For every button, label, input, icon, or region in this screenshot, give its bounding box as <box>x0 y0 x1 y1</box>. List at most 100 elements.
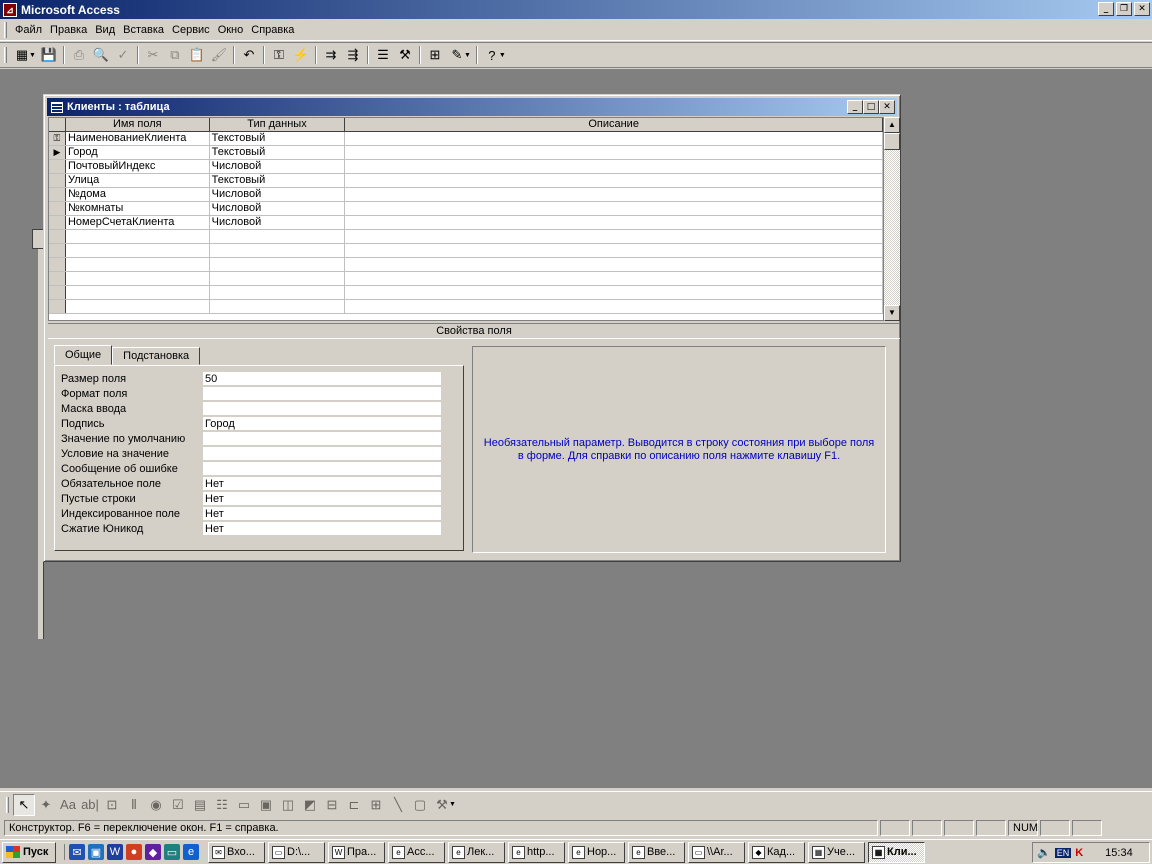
row-selector[interactable] <box>49 272 66 285</box>
taskbar-button[interactable]: ▭ \\Ar... <box>688 841 745 863</box>
desktop-icon[interactable]: ▣ <box>88 844 104 860</box>
grid-vertical-scrollbar[interactable]: ▲ ▼ <box>884 117 900 321</box>
field-name-cell[interactable] <box>66 286 210 299</box>
row-selector[interactable] <box>49 160 66 173</box>
empty-table-row[interactable] <box>49 244 883 258</box>
start-button[interactable]: Пуск <box>2 841 56 863</box>
row-selector[interactable] <box>49 216 66 229</box>
ie-icon[interactable]: e <box>183 844 199 860</box>
property-value-field[interactable] <box>203 462 441 476</box>
indexes-icon[interactable]: ⚡ <box>290 44 312 66</box>
row-selector[interactable] <box>49 286 66 299</box>
restore-button[interactable]: ❐ <box>1116 2 1132 16</box>
row-selector[interactable] <box>49 258 66 271</box>
description-cell[interactable] <box>345 258 883 271</box>
data-type-cell[interactable]: Текстовый <box>210 174 346 187</box>
field-name-cell[interactable] <box>66 230 210 243</box>
paste-icon[interactable]: 📋 <box>186 44 208 66</box>
properties-icon[interactable]: ☰ <box>372 44 394 66</box>
field-name-cell[interactable] <box>66 244 210 257</box>
header-selector[interactable] <box>49 118 66 131</box>
language-indicator[interactable]: EN <box>1054 847 1072 858</box>
menu-item-1[interactable]: Правка <box>46 22 91 38</box>
print-preview-icon[interactable]: 🔍 <box>90 44 112 66</box>
data-type-cell[interactable] <box>210 300 346 313</box>
taskbar-button[interactable]: ▦ Кли... <box>868 841 925 863</box>
description-cell[interactable] <box>345 244 883 257</box>
property-value-field[interactable] <box>203 387 441 401</box>
format-painter-icon[interactable]: 🖌 <box>208 44 230 66</box>
list-box-icon[interactable]: ☷ <box>211 794 233 816</box>
field-name-cell[interactable]: ПочтовыйИндекс <box>66 160 210 173</box>
property-value-field[interactable] <box>203 432 441 446</box>
row-selector[interactable] <box>49 188 66 201</box>
menu-grip[interactable] <box>4 22 7 38</box>
taskbar-button[interactable]: ✉ Вхо... <box>208 841 265 863</box>
monitor-icon[interactable]: ▭ <box>164 844 180 860</box>
row-selector[interactable] <box>49 244 66 257</box>
property-value-field[interactable]: Нет <box>203 522 441 536</box>
access-app-icon[interactable]: ⊿ <box>3 2 17 17</box>
image-icon[interactable]: ▣ <box>255 794 277 816</box>
undo-icon[interactable]: ↶ <box>238 44 260 66</box>
tab-lookup[interactable]: Подстановка <box>112 347 201 365</box>
field-name-cell[interactable] <box>66 258 210 271</box>
description-cell[interactable] <box>345 188 883 201</box>
subform-icon[interactable]: ⊞ <box>365 794 387 816</box>
property-value-field[interactable] <box>203 447 441 461</box>
page-break-icon[interactable]: ⊟ <box>321 794 343 816</box>
property-value-field[interactable]: Нет <box>203 477 441 491</box>
description-cell[interactable] <box>345 174 883 187</box>
column-header-data-type[interactable]: Тип данных <box>210 118 346 131</box>
description-cell[interactable] <box>345 286 883 299</box>
empty-table-row[interactable] <box>49 230 883 244</box>
menu-item-4[interactable]: Сервис <box>168 22 214 38</box>
database-window-icon[interactable]: ⊞ <box>424 44 446 66</box>
table-row[interactable]: ▶ Город Текстовый <box>49 146 883 160</box>
description-cell[interactable] <box>345 160 883 173</box>
spelling-icon[interactable]: ✓ <box>112 44 134 66</box>
word-icon[interactable]: W <box>107 844 123 860</box>
toolbox-grip[interactable] <box>6 796 9 813</box>
menu-item-5[interactable]: Окно <box>214 22 248 38</box>
field-name-cell[interactable]: №дома <box>66 188 210 201</box>
child-maximize-button[interactable]: □ <box>863 100 879 114</box>
table-window-title-bar[interactable]: Клиенты : таблица _ □ ✕ <box>47 98 897 116</box>
column-header-description[interactable]: Описание <box>345 118 883 131</box>
property-value-field[interactable]: Город <box>203 417 441 431</box>
insert-rows-icon[interactable]: ⇉ <box>320 44 342 66</box>
app-icon[interactable]: ◆ <box>145 844 161 860</box>
table-row[interactable]: НомерСчетаКлиента Числовой <box>49 216 883 230</box>
check-box-icon[interactable]: ☑ <box>167 794 189 816</box>
scroll-thumb[interactable] <box>884 133 900 150</box>
field-name-cell[interactable] <box>66 300 210 313</box>
property-value-field[interactable]: 50 <box>203 372 441 386</box>
data-type-cell[interactable] <box>210 230 346 243</box>
scroll-up-arrow-icon[interactable]: ▲ <box>884 117 900 133</box>
cut-icon[interactable]: ✂ <box>142 44 164 66</box>
scroll-down-arrow-icon[interactable]: ▼ <box>884 305 900 321</box>
row-selector[interactable] <box>49 230 66 243</box>
new-object-dropdown-icon[interactable]: ▼ <box>464 52 471 59</box>
table-row[interactable]: №комнаты Числовой <box>49 202 883 216</box>
antivirus-icon[interactable]: K <box>1075 847 1083 859</box>
taskbar-button[interactable]: ▭ D:\... <box>268 841 325 863</box>
command-button-icon[interactable]: ▭ <box>233 794 255 816</box>
build-icon[interactable]: ⚒ <box>394 44 416 66</box>
empty-table-row[interactable] <box>49 258 883 272</box>
row-selector[interactable] <box>49 174 66 187</box>
tab-general[interactable]: Общие <box>54 345 113 365</box>
save-icon[interactable]: 💾 <box>38 44 60 66</box>
property-value-field[interactable]: Нет <box>203 492 441 506</box>
field-name-cell[interactable]: №комнаты <box>66 202 210 215</box>
menu-item-3[interactable]: Вставка <box>119 22 168 38</box>
empty-table-row[interactable] <box>49 300 883 314</box>
bound-object-frame-icon[interactable]: ◩ <box>299 794 321 816</box>
description-cell[interactable] <box>345 146 883 159</box>
child-minimize-button[interactable]: _ <box>847 100 863 114</box>
data-type-cell[interactable]: Текстовый <box>210 146 346 159</box>
table-row[interactable]: ⚿ НаименованиеКлиента Текстовый <box>49 132 883 146</box>
taskbar-button[interactable]: ▦ Уче... <box>808 841 865 863</box>
line-icon[interactable]: ╲ <box>387 794 409 816</box>
toolbar-grip[interactable] <box>4 47 7 63</box>
